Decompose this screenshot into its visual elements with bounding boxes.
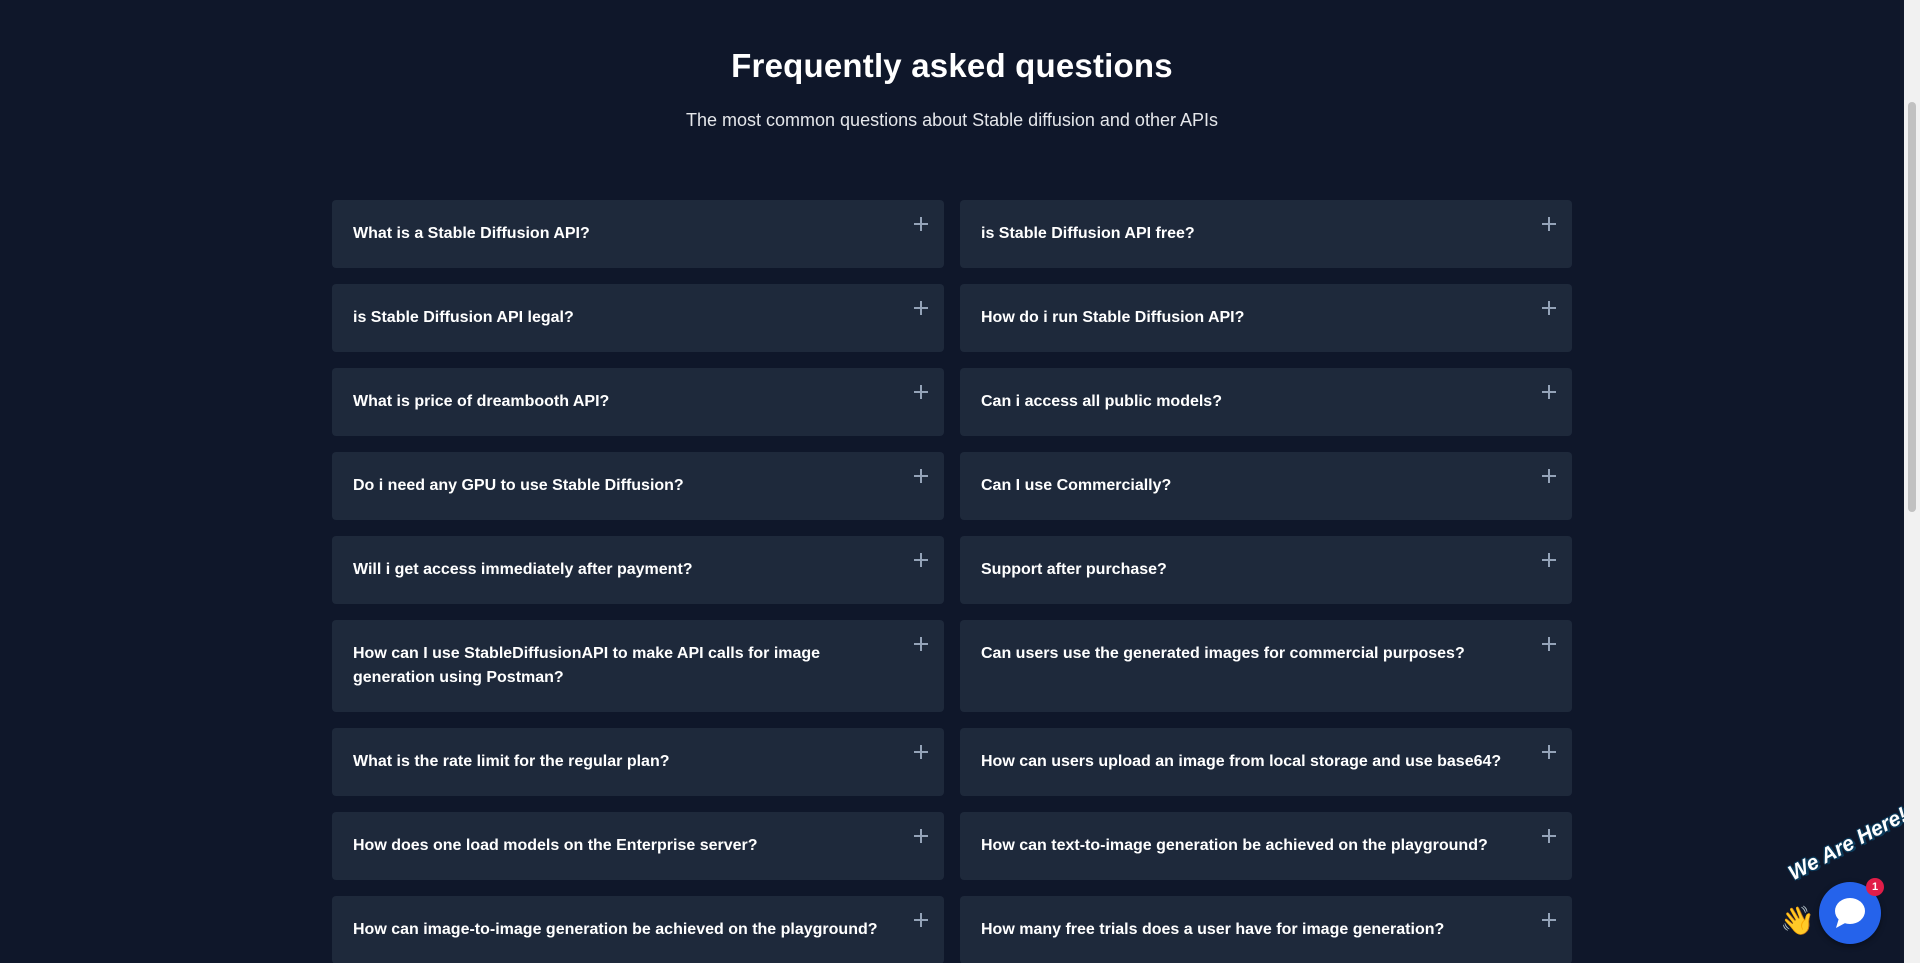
plus-icon[interactable] bbox=[1542, 745, 1556, 759]
faq-question: Can I use Commercially? bbox=[981, 477, 1172, 494]
waving-hand-icon: 👋 bbox=[1780, 905, 1815, 936]
faq-question: Support after purchase? bbox=[981, 561, 1167, 578]
faq-question: How can text-to-image generation be achi… bbox=[981, 837, 1488, 854]
faq-question: Do i need any GPU to use Stable Diffusio… bbox=[353, 477, 684, 494]
faq-item[interactable]: What is a Stable Diffusion API? bbox=[332, 200, 944, 268]
notification-badge: 1 bbox=[1866, 878, 1884, 896]
plus-icon[interactable] bbox=[1542, 913, 1556, 927]
faq-item[interactable]: How can I use StableDiffusionAPI to make… bbox=[332, 620, 944, 712]
plus-icon[interactable] bbox=[1542, 553, 1556, 567]
faq-item[interactable]: is Stable Diffusion API legal? bbox=[332, 284, 944, 352]
plus-icon[interactable] bbox=[914, 553, 928, 567]
faq-question: What is a Stable Diffusion API? bbox=[353, 225, 590, 242]
plus-icon[interactable] bbox=[914, 913, 928, 927]
plus-icon[interactable] bbox=[1542, 469, 1556, 483]
page-title: Frequently asked questions bbox=[731, 47, 1173, 84]
faq-question: What is price of dreambooth API? bbox=[353, 393, 610, 410]
faq-item[interactable]: How many free trials does a user have fo… bbox=[960, 896, 1572, 963]
plus-icon[interactable] bbox=[1542, 637, 1556, 651]
faq-question: is Stable Diffusion API legal? bbox=[353, 309, 574, 326]
plus-icon[interactable] bbox=[1542, 829, 1556, 843]
faq-question: How many free trials does a user have fo… bbox=[981, 921, 1445, 938]
faq-question: Will i get access immediately after paym… bbox=[353, 561, 693, 578]
faq-question: How does one load models on the Enterpri… bbox=[353, 837, 758, 854]
plus-icon[interactable] bbox=[1542, 385, 1556, 399]
faq-question: How do i run Stable Diffusion API? bbox=[981, 309, 1245, 326]
faq-item[interactable]: Will i get access immediately after paym… bbox=[332, 536, 944, 604]
faq-item[interactable]: Do i need any GPU to use Stable Diffusio… bbox=[332, 452, 944, 520]
faq-grid: What is a Stable Diffusion API? is Stabl… bbox=[332, 200, 1572, 963]
faq-item[interactable]: is Stable Diffusion API free? bbox=[960, 200, 1572, 268]
faq-question: is Stable Diffusion API free? bbox=[981, 225, 1195, 242]
chat-widget[interactable]: We Are Here! 👋 1 bbox=[1776, 803, 1904, 958]
faq-item[interactable]: What is the rate limit for the regular p… bbox=[332, 728, 944, 796]
plus-icon[interactable] bbox=[914, 829, 928, 843]
plus-icon[interactable] bbox=[914, 637, 928, 651]
page-scrollbar[interactable] bbox=[1904, 0, 1920, 963]
plus-icon[interactable] bbox=[1542, 301, 1556, 315]
faq-item[interactable]: Support after purchase? bbox=[960, 536, 1572, 604]
scrollbar-thumb[interactable] bbox=[1908, 102, 1916, 512]
plus-icon[interactable] bbox=[914, 385, 928, 399]
faq-question: How can I use StableDiffusionAPI to make… bbox=[353, 645, 821, 686]
faq-item[interactable]: How can image-to-image generation be ach… bbox=[332, 896, 944, 963]
we-are-here-label: We Are Here! bbox=[1784, 803, 1904, 886]
faq-question: How can image-to-image generation be ach… bbox=[353, 921, 878, 938]
faq-item[interactable]: Can I use Commercially? bbox=[960, 452, 1572, 520]
plus-icon[interactable] bbox=[914, 301, 928, 315]
faq-question: How can users upload an image from local… bbox=[981, 753, 1502, 770]
faq-question: Can users use the generated images for c… bbox=[981, 645, 1465, 662]
faq-item[interactable]: Can users use the generated images for c… bbox=[960, 620, 1572, 712]
faq-item[interactable]: What is price of dreambooth API? bbox=[332, 368, 944, 436]
faq-item[interactable]: How can text-to-image generation be achi… bbox=[960, 812, 1572, 880]
faq-question: What is the rate limit for the regular p… bbox=[353, 753, 670, 770]
faq-question: Can i access all public models? bbox=[981, 393, 1222, 410]
faq-page: Frequently asked questions The most comm… bbox=[0, 0, 1904, 963]
plus-icon[interactable] bbox=[914, 469, 928, 483]
plus-icon[interactable] bbox=[914, 217, 928, 231]
faq-item[interactable]: Can i access all public models? bbox=[960, 368, 1572, 436]
faq-item[interactable]: How do i run Stable Diffusion API? bbox=[960, 284, 1572, 352]
plus-icon[interactable] bbox=[1542, 217, 1556, 231]
plus-icon[interactable] bbox=[914, 745, 928, 759]
page-subtitle: The most common questions about Stable d… bbox=[686, 110, 1218, 130]
faq-item[interactable]: How does one load models on the Enterpri… bbox=[332, 812, 944, 880]
faq-item[interactable]: How can users upload an image from local… bbox=[960, 728, 1572, 796]
